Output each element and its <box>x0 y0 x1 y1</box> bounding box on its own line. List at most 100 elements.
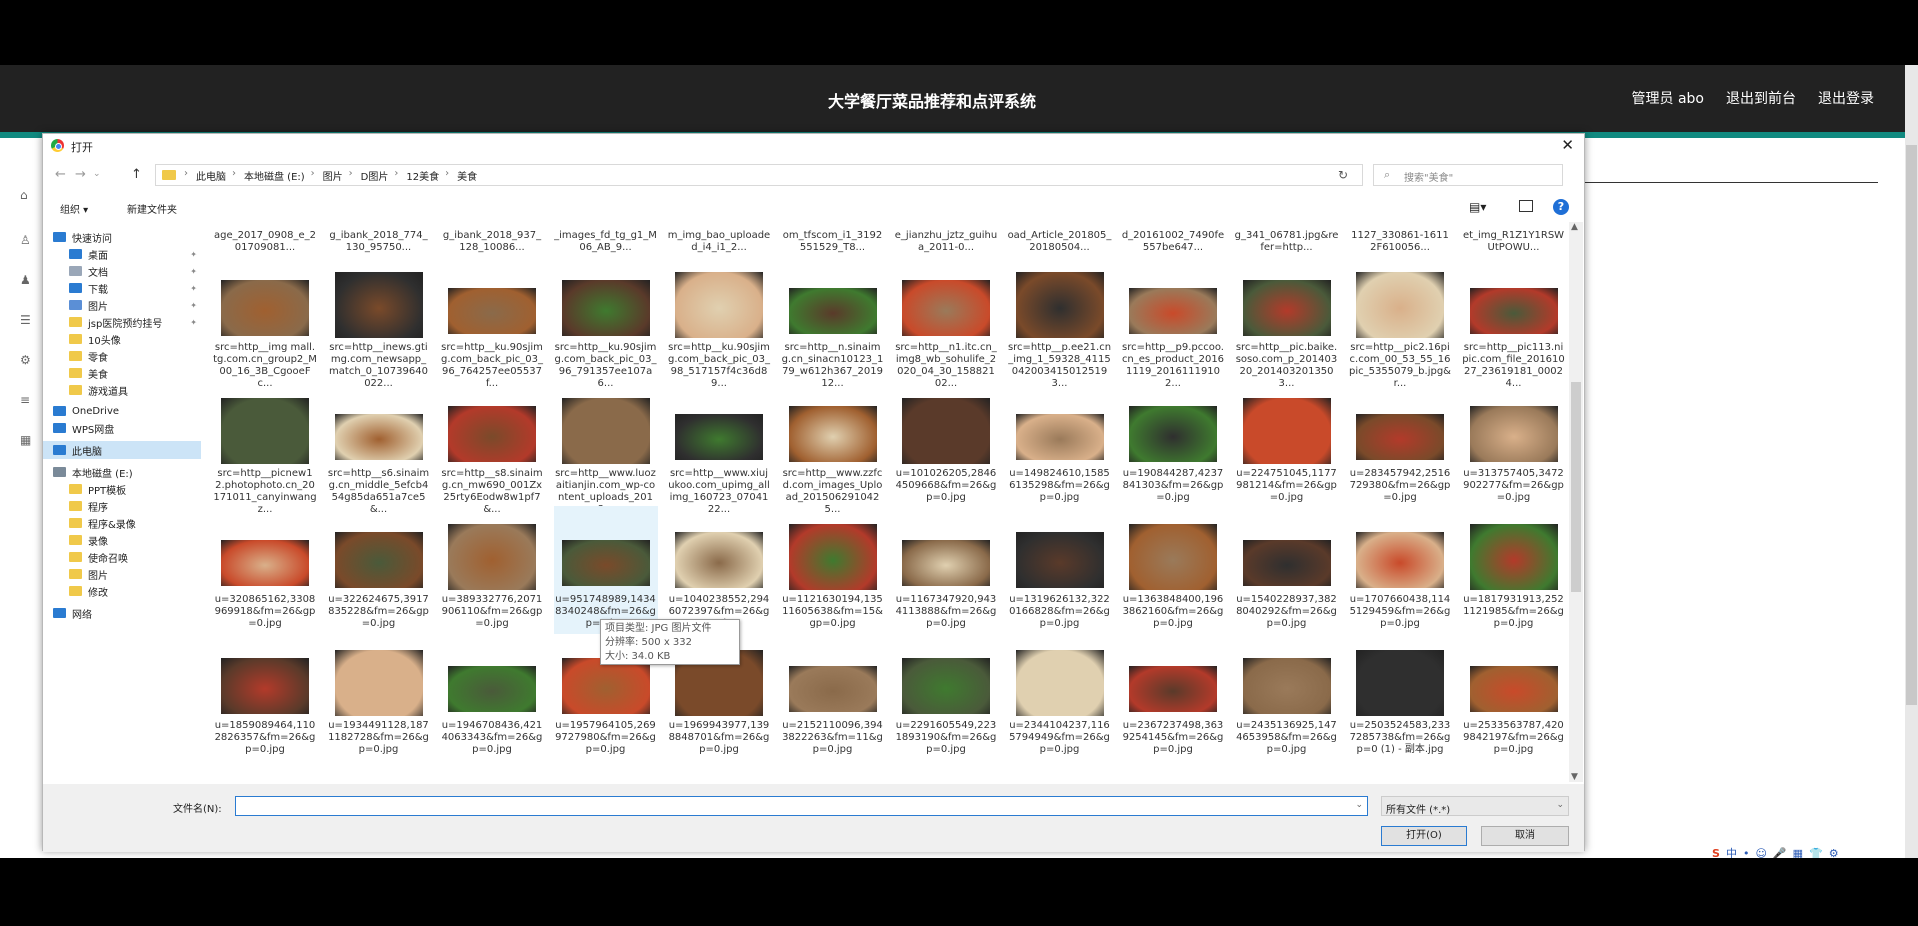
nav-item[interactable]: 美食 <box>43 364 201 382</box>
file-item[interactable]: src=http__p.ee21.cn_img_1_59328_41150420… <box>1008 254 1112 389</box>
file-item[interactable]: src=http__ku.90sjimg.com_back_pic_03_98_… <box>667 254 771 389</box>
file-item[interactable]: u=389332776,2071906110&fm=26&gp=0.jpg <box>440 506 544 634</box>
file-item[interactable]: src=http__p9.pccoo.cn_es_product_2016111… <box>1121 254 1225 389</box>
nav-item[interactable]: 图片 ✦ <box>43 296 201 314</box>
file-item[interactable]: u=1319626132,3220166828&fm=26&gp=0.jpg <box>1008 506 1112 634</box>
breadcrumb-separator-icon[interactable]: › <box>394 168 398 183</box>
up-arrow-icon[interactable]: ↑ <box>131 167 142 182</box>
file-item[interactable]: u=1040238552,2946072397&fm=26&gp=0.jpg <box>667 506 771 634</box>
file-item[interactable]: u=1707660438,1145129459&fm=26&gp=0.jpg <box>1348 506 1452 634</box>
address-bar[interactable]: › 此电脑 › 本地磁盘 (E:) › 图片 › D图片 › 12美食 › 美食 ↻ <box>155 164 1363 186</box>
file-item[interactable]: u=224751045,1177981214&fm=26&gp=0.jpg <box>1235 380 1339 508</box>
breadcrumb-separator-icon[interactable]: › <box>445 168 449 183</box>
file-item[interactable]: src=http__s8.sinaimg.cn_mw690_001Zx25rty… <box>440 380 544 515</box>
tray-icon[interactable]: ☺ <box>1755 847 1766 859</box>
recent-chevron-icon[interactable]: ⌄ <box>93 169 101 179</box>
menu-icon[interactable]: ≡ <box>20 393 36 407</box>
cancel-button[interactable]: 取消 <box>1481 826 1569 846</box>
new-folder-button[interactable]: 新建文件夹 <box>127 201 177 216</box>
person-icon[interactable]: ♟ <box>20 273 36 287</box>
file-item[interactable]: src=http__ku.90sjimg.com_back_pic_03_96_… <box>440 254 544 389</box>
tray-icon[interactable]: 中 <box>1726 845 1737 858</box>
nav-item[interactable]: 程序&录像 <box>43 514 201 532</box>
file-item[interactable]: u=1946708436,4214063343&fm=26&gp=0.jpg <box>440 632 544 760</box>
nav-item[interactable]: 文档 ✦ <box>43 262 201 280</box>
file-item[interactable]: u=2533563787,4209842197&fm=26&gp=0.jpg <box>1462 632 1566 760</box>
page-scrollbar[interactable] <box>1905 65 1918 858</box>
nav-item[interactable]: PPT模板 <box>43 480 201 498</box>
scrollbar-thumb[interactable] <box>1571 382 1581 592</box>
nav-item[interactable]: jsp医院预约挂号 ✦ <box>43 313 201 331</box>
back-to-frontend-link[interactable]: 退出到前台 <box>1726 88 1796 108</box>
file-item[interactable]: u=149824610,15856135298&fm=26&gp=0.jpg <box>1008 380 1112 508</box>
tray-icon[interactable]: 🎤 <box>1773 847 1787 859</box>
file-item[interactable]: u=1167347920,9434113888&fm=26&gp=0.jpg <box>894 506 998 634</box>
nav-item[interactable]: 图片 <box>43 565 201 583</box>
tray-icon[interactable]: S <box>1712 847 1720 859</box>
file-item[interactable]: u=1540228937,3828040292&fm=26&gp=0.jpg <box>1235 506 1339 634</box>
file-item[interactable]: src=http__www.zzfcd.com_images_Upload_20… <box>781 380 885 515</box>
file-item[interactable]: u=1934491128,1871182728&fm=26&gp=0.jpg <box>327 632 431 760</box>
file-item[interactable]: u=1121630194,13511605638&fm=15&gp=0.jpg <box>781 506 885 634</box>
close-icon[interactable]: ✕ <box>1561 136 1574 154</box>
file-item[interactable]: src=http__img mall.tg.com.cn_group2_M00_… <box>213 254 317 389</box>
help-icon[interactable]: ? <box>1553 199 1569 215</box>
nav-item[interactable]: 此电脑 <box>43 441 201 459</box>
file-item[interactable]: u=1859089464,1102826357&fm=26&gp=0.jpg <box>213 632 317 760</box>
breadcrumb-separator-icon[interactable]: › <box>349 168 353 183</box>
file-item[interactable]: u=2344104237,1165794949&fm=26&gp=0.jpg <box>1008 632 1112 760</box>
chevron-down-icon[interactable]: ⌄ <box>1355 800 1363 810</box>
home-icon[interactable]: ⌂ <box>20 188 36 202</box>
file-item[interactable]: u=2367237498,3639254145&fm=26&gp=0.jpg <box>1121 632 1225 760</box>
breadcrumb-item[interactable]: 此电脑 <box>196 168 226 183</box>
logout-link[interactable]: 退出登录 <box>1818 88 1874 108</box>
nav-item[interactable]: 录像 <box>43 531 201 549</box>
nav-item[interactable]: 网络 <box>43 604 201 622</box>
tray-icon[interactable]: ▦ <box>1793 847 1803 859</box>
nav-item[interactable]: 桌面 ✦ <box>43 245 201 263</box>
filename-input[interactable]: ⌄ <box>235 796 1368 816</box>
file-item[interactable]: src=http__s6.sinaimg.cn_middle_5efcb454g… <box>327 380 431 515</box>
breadcrumb-separator-icon[interactable]: › <box>311 168 315 183</box>
preview-pane-icon[interactable] <box>1519 200 1533 212</box>
file-item[interactable]: u=283457942,2516729380&fm=26&gp=0.jpg <box>1348 380 1452 508</box>
breadcrumb-separator-icon[interactable]: › <box>184 168 188 183</box>
file-item[interactable]: u=2503524583,2337285738&fm=26&gp=0 (1) -… <box>1348 632 1452 760</box>
breadcrumb-separator-icon[interactable]: › <box>232 168 236 183</box>
list-icon[interactable]: ☰ <box>20 313 36 327</box>
file-item[interactable]: src=http__n1.itc.cn_img8_wb_sohulife_202… <box>894 254 998 389</box>
forward-arrow-icon[interactable]: → <box>75 167 86 182</box>
tray-icon[interactable]: 👕 <box>1809 847 1823 859</box>
file-item[interactable]: u=2435136925,1474653958&fm=26&gp=0.jpg <box>1235 632 1339 760</box>
file-item[interactable]: src=http__pic113.nipic.com_file_20161027… <box>1462 254 1566 389</box>
file-item[interactable]: u=1363848400,1963862160&fm=26&gp=0.jpg <box>1121 506 1225 634</box>
nav-item[interactable]: 游戏道具 <box>43 381 201 399</box>
nav-item[interactable]: 程序 <box>43 497 201 515</box>
scroll-up-icon[interactable]: ▲ <box>1571 222 1578 232</box>
grid-icon[interactable]: ▦ <box>20 433 36 447</box>
refresh-icon[interactable]: ↻ <box>1338 168 1348 182</box>
open-button[interactable]: 打开(O) <box>1381 826 1467 846</box>
tray-icon[interactable]: • <box>1743 847 1750 859</box>
back-arrow-icon[interactable]: ← <box>55 167 66 182</box>
file-item[interactable]: u=2152110096,3943822263&fm=11&gp=0.jpg <box>781 632 885 760</box>
breadcrumb-item[interactable]: 本地磁盘 (E:) <box>244 168 305 183</box>
file-item[interactable]: u=2291605549,2231893190&fm=26&gp=0.jpg <box>894 632 998 760</box>
file-item[interactable]: src=http__www.luozaitianjin.com_wp-conte… <box>554 380 658 515</box>
breadcrumb-item[interactable]: 12美食 <box>406 168 439 183</box>
file-item[interactable]: src=http__pic.baike.soso.com_p_20140320_… <box>1235 254 1339 389</box>
nav-item[interactable]: OneDrive <box>43 402 201 420</box>
user-icon[interactable]: ♙ <box>20 233 36 247</box>
file-item[interactable]: src=http__picnew12.photophoto.cn_2017101… <box>213 380 317 515</box>
nav-item[interactable]: WPS网盘 <box>43 419 201 437</box>
file-item[interactable]: src=http__www.xiujukoo.com_upimg_allimg_… <box>667 380 771 515</box>
nav-item[interactable]: 下载 ✦ <box>43 279 201 297</box>
nav-item[interactable]: 本地磁盘 (E:) <box>43 463 201 481</box>
organize-button[interactable]: 组织 ▾ <box>60 201 88 216</box>
view-options-icon[interactable]: ▤▾ <box>1469 200 1486 214</box>
breadcrumb-item[interactable]: 美食 <box>457 168 477 183</box>
file-list-scrollbar[interactable]: ▲ ▼ <box>1569 222 1583 782</box>
page-scrollbar-thumb[interactable] <box>1906 145 1917 705</box>
file-item[interactable]: src=http__inews.gtimg.com_newsapp_match_… <box>327 254 431 389</box>
nav-item[interactable]: 零食 <box>43 347 201 365</box>
